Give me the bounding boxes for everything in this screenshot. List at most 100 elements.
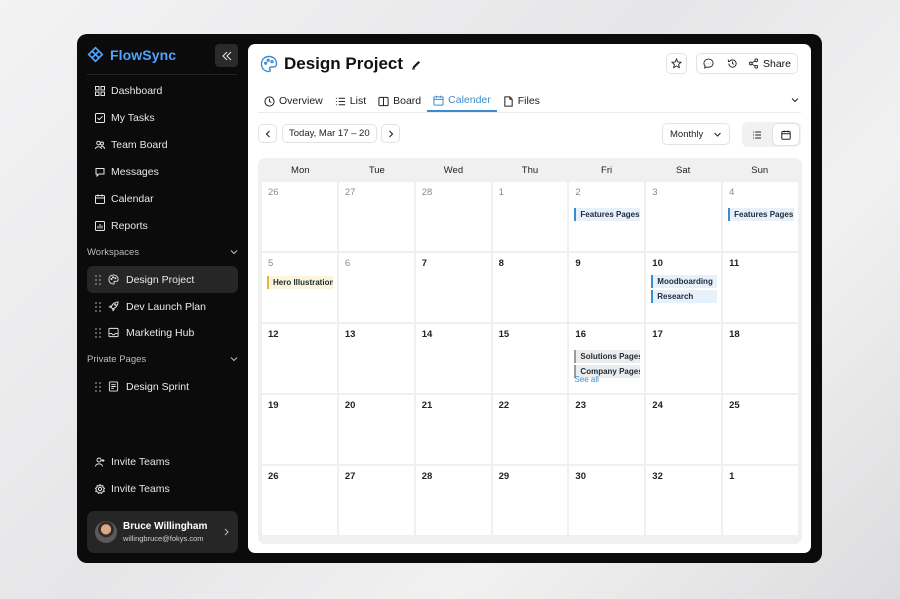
- view-range-value: Monthly: [670, 128, 704, 140]
- day-number: 25: [729, 400, 740, 411]
- comments-button[interactable]: [696, 53, 720, 74]
- date-range-label[interactable]: Today, Mar 17 – 20: [282, 124, 377, 143]
- calendar-day-cell[interactable]: 28: [415, 466, 491, 535]
- calendar-event[interactable]: Features Pages: [728, 208, 794, 221]
- calendar-day-cell[interactable]: 32: [646, 466, 722, 535]
- chevron-down-icon: [714, 132, 721, 137]
- private-page-item-design-sprint[interactable]: Design Sprint: [87, 373, 238, 400]
- view-range-select[interactable]: Monthly: [662, 123, 730, 145]
- calendar-day-cell[interactable]: 15: [492, 324, 568, 393]
- day-number: 4: [729, 187, 735, 198]
- drag-handle-icon[interactable]: [95, 327, 101, 338]
- sidebar-item-label: Messages: [111, 166, 159, 178]
- calendar-day-cell[interactable]: 1: [723, 466, 798, 535]
- sidebar-item-team-board[interactable]: Team Board: [95, 135, 168, 155]
- calendar-day-cell[interactable]: 24: [646, 395, 722, 464]
- calendar-event[interactable]: Solutions Pages: [574, 350, 641, 363]
- history-button[interactable]: [720, 53, 744, 74]
- user-profile-card[interactable]: Bruce Willingham willingbruce@fokys.com: [87, 511, 238, 553]
- calendar-day-cell[interactable]: 26: [262, 182, 337, 251]
- calendar-day-cell[interactable]: 18: [723, 324, 798, 393]
- calendar-day-cell[interactable]: 23: [569, 395, 645, 464]
- calendar-grid: 26 27 28 1 2 Features Pages 3 4 Features Pages 5 H…: [262, 182, 798, 535]
- calendar-day-cell[interactable]: 16 Solutions Pages Company Pages See all: [569, 324, 645, 393]
- calendar-day-cell[interactable]: 17: [646, 324, 722, 393]
- calendar-day-cell[interactable]: 5 Hero Illustration: [262, 253, 337, 322]
- list-view-toggle[interactable]: [744, 124, 771, 145]
- calendar-day-cell[interactable]: 8: [492, 253, 568, 322]
- edit-pencil-icon[interactable]: [411, 59, 422, 70]
- calendar-day-cell[interactable]: 6: [338, 253, 414, 322]
- calendar-day-cell[interactable]: 4 Features Pages: [723, 182, 798, 251]
- tab-calender[interactable]: Calender: [427, 90, 497, 112]
- private-pages-section-header[interactable]: Private Pages: [87, 351, 238, 367]
- sidebar-item-dashboard[interactable]: Dashboard: [95, 81, 162, 101]
- calendar-day-cell[interactable]: 22: [492, 395, 568, 464]
- workspace-item-marketing-hub[interactable]: Marketing Hub: [87, 319, 238, 346]
- day-number: 8: [498, 258, 504, 269]
- favorite-button[interactable]: [666, 53, 687, 74]
- next-range-button[interactable]: [381, 124, 400, 143]
- day-number: 18: [729, 329, 740, 340]
- drag-handle-icon[interactable]: [95, 381, 101, 392]
- user-name: Bruce Willingham: [123, 521, 208, 532]
- weekday-label: Mon: [291, 164, 310, 176]
- calendar-day-cell[interactable]: 7: [415, 253, 491, 322]
- calendar-day-cell[interactable]: 12: [262, 324, 337, 393]
- calendar-day-cell[interactable]: 29: [492, 466, 568, 535]
- drag-handle-icon[interactable]: [95, 274, 101, 285]
- calendar-day-cell[interactable]: 20: [338, 395, 414, 464]
- chevron-down-icon[interactable]: [790, 95, 800, 105]
- tab-board[interactable]: Board: [372, 90, 427, 112]
- tab-label: Calender: [448, 94, 491, 106]
- calendar-day-cell[interactable]: 2 Features Pages: [569, 182, 645, 251]
- calendar-event[interactable]: Moodboarding: [651, 275, 718, 288]
- collapse-sidebar-button[interactable]: [215, 44, 238, 67]
- calendar-day-cell[interactable]: 11: [723, 253, 798, 322]
- tab-label: List: [349, 95, 367, 107]
- calendar-day-cell[interactable]: 21: [415, 395, 491, 464]
- calendar-day-cell[interactable]: 28: [415, 182, 491, 251]
- calendar-day-cell[interactable]: 13: [338, 324, 414, 393]
- tab-list[interactable]: List: [329, 90, 372, 112]
- calendar-day-cell[interactable]: 1: [492, 182, 568, 251]
- calendar-day-cell[interactable]: 27: [338, 466, 414, 535]
- previous-range-button[interactable]: [258, 124, 277, 143]
- drag-handle-icon[interactable]: [95, 301, 101, 312]
- calendar-day-cell[interactable]: 3: [646, 182, 722, 251]
- calendar-day-cell[interactable]: 9: [569, 253, 645, 322]
- tab-overview[interactable]: Overview: [258, 90, 329, 112]
- calendar-day-cell[interactable]: 10 Moodboarding Research: [646, 253, 722, 322]
- calendar-day-cell[interactable]: 19: [262, 395, 337, 464]
- calendar-day-cell[interactable]: 25: [723, 395, 798, 464]
- file-icon: [504, 95, 513, 107]
- calendar-event[interactable]: Features Pages: [574, 208, 641, 221]
- tab-files[interactable]: Files: [497, 90, 546, 112]
- day-number: 17: [652, 329, 663, 340]
- workspace-item-design-project[interactable]: Design Project: [87, 266, 238, 293]
- calendar-event[interactable]: Hero Illustration: [267, 276, 333, 289]
- sidebar-item-messages[interactable]: Messages: [95, 162, 159, 182]
- sidebar-item-calendar[interactable]: Calendar: [95, 189, 154, 209]
- weekday-label: Sun: [751, 164, 769, 176]
- share-button[interactable]: Share: [744, 53, 799, 74]
- sidebar-item-my-tasks[interactable]: My Tasks: [95, 108, 155, 128]
- calendar-day-cell[interactable]: 14: [415, 324, 491, 393]
- calendar-day-cell[interactable]: 27: [338, 182, 414, 251]
- sidebar-item-reports[interactable]: Reports: [95, 216, 148, 236]
- settings-icon: [95, 484, 105, 494]
- calendar-day-cell[interactable]: 30: [569, 466, 645, 535]
- see-all-link[interactable]: See all: [574, 375, 598, 384]
- app-logo[interactable]: FlowSync: [87, 46, 176, 63]
- message-icon: [95, 168, 105, 177]
- workspace-item-dev-launch-plan[interactable]: Dev Launch Plan: [87, 293, 238, 320]
- palette-icon: [260, 55, 278, 73]
- calendar-day-cell[interactable]: 26: [262, 466, 337, 535]
- calendar-view-toggle[interactable]: [772, 124, 799, 145]
- calendar-event[interactable]: Research: [651, 290, 718, 303]
- sidebar-item-invite-teams[interactable]: Invite Teams: [95, 452, 170, 472]
- workspaces-section-header[interactable]: Workspaces: [87, 244, 238, 260]
- team-icon: [95, 140, 105, 150]
- sidebar-item-settings[interactable]: Invite Teams: [95, 479, 170, 499]
- day-number: 5: [268, 258, 274, 269]
